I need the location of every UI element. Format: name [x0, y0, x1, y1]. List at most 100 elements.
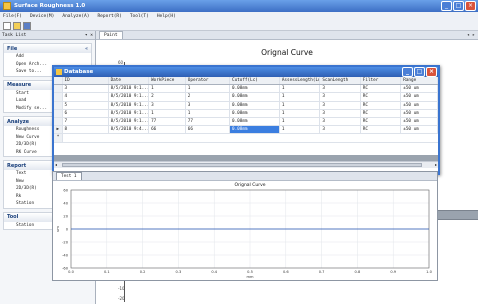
pin-close-icon[interactable]: ▾ ✕: [85, 33, 93, 38]
cell-range[interactable]: ±50 um: [401, 109, 438, 117]
save-disk-icon[interactable]: [23, 21, 31, 30]
cell-assess-length[interactable]: 1: [280, 117, 321, 126]
cell-date[interactable]: 8/5/2010 9:4...: [109, 126, 150, 134]
plot-side-scrollbar[interactable]: [432, 210, 478, 220]
database-title: Database: [64, 69, 94, 75]
cell-assess-length[interactable]: 1: [280, 101, 321, 109]
task-add[interactable]: Add: [4, 53, 91, 61]
table-row[interactable]: 3 8/5/2010 9:1... 1 1 0.08mm 1 3 RC ±50 um: [54, 85, 438, 94]
cell-operator[interactable]: 1: [186, 85, 230, 93]
cell-filter[interactable]: RC: [361, 93, 402, 101]
horizontal-scrollbar[interactable]: ◂ ▸: [54, 161, 438, 168]
cell-scan-length[interactable]: 3: [320, 85, 361, 93]
y-tick-label: -20: [62, 240, 69, 244]
cell-scan-length[interactable]: 3: [320, 126, 361, 134]
scroll-left-icon[interactable]: ◂: [55, 162, 57, 167]
cell-filter[interactable]: RC: [361, 109, 402, 117]
cell-range[interactable]: ±50 um: [401, 117, 438, 126]
cell-id[interactable]: 8: [63, 126, 109, 134]
cell-cutoff[interactable]: 0.08mm: [230, 85, 280, 93]
cell-assess-length[interactable]: 1: [280, 126, 321, 134]
cell-workpiece[interactable]: 66: [149, 126, 186, 134]
cell-scan-length[interactable]: 3: [320, 93, 361, 101]
cell-id[interactable]: 3: [63, 85, 109, 93]
cell-workpiece[interactable]: 77: [149, 117, 186, 126]
cell-workpiece[interactable]: 3: [149, 101, 186, 109]
cell-date[interactable]: 8/5/2010 9:1...: [109, 101, 150, 109]
cell-range[interactable]: ±50 um: [401, 85, 438, 93]
scrollbar-thumb[interactable]: [62, 163, 422, 167]
group-file-header[interactable]: File «: [4, 44, 91, 53]
cell-assess-length[interactable]: 1: [280, 93, 321, 101]
x-tick-label: 0.8: [355, 270, 361, 274]
menu-analyze[interactable]: Analyze(A): [62, 14, 89, 19]
menu-report[interactable]: Report(R): [97, 14, 121, 19]
cell-scan-length[interactable]: 3: [320, 117, 361, 126]
cell-cutoff[interactable]: 0.08mm: [230, 93, 280, 101]
cell-range[interactable]: ±50 um: [401, 101, 438, 109]
table-row[interactable]: 5 8/5/2010 9:1... 3 3 0.08mm 1 3 RC ±50 um: [54, 101, 438, 110]
cell-cutoff[interactable]: 0.08mm: [230, 101, 280, 109]
tab-scroll-arrows-icon[interactable]: ◂ ▸: [467, 33, 475, 38]
cell-date[interactable]: 8/5/2010 9:1...: [109, 117, 150, 126]
cell-workpiece[interactable]: 2: [149, 93, 186, 101]
cell-filter[interactable]: RC: [361, 85, 402, 93]
cell-cutoff[interactable]: 0.08mm: [230, 126, 280, 134]
table-row[interactable]: 7 8/5/2010 9:1... 77 77 0.08mm 1 3 RC ±50 um: [54, 117, 438, 127]
menu-tool[interactable]: Tool(T): [130, 14, 149, 19]
column-header-date[interactable]: Date: [109, 77, 150, 85]
cell-id[interactable]: 5: [63, 101, 109, 109]
cell-filter[interactable]: RC: [361, 101, 402, 109]
minimize-button[interactable]: _: [441, 1, 452, 11]
new-file-icon[interactable]: [3, 21, 11, 30]
close-button[interactable]: ×: [465, 1, 476, 11]
column-header-range[interactable]: Range: [401, 77, 438, 85]
column-header-cutoff[interactable]: Cutoff(Lc): [230, 77, 280, 85]
table-row[interactable]: 6 8/5/2010 9:1... 1 1 0.08mm 1 3 RC ±50 um: [54, 109, 438, 118]
cell-id[interactable]: 4: [63, 93, 109, 101]
cell-id[interactable]: 6: [63, 109, 109, 117]
database-close-button[interactable]: ×: [426, 67, 437, 77]
tab-paint[interactable]: Paint: [99, 31, 123, 39]
cell-filter[interactable]: RC: [361, 117, 402, 126]
collapse-chevron-icon[interactable]: «: [85, 46, 88, 52]
cell-id[interactable]: 7: [63, 117, 109, 126]
scroll-right-icon[interactable]: ▸: [435, 162, 437, 167]
cell-assess-length[interactable]: 1: [280, 85, 321, 93]
new-row[interactable]: *: [54, 134, 438, 143]
maximize-button[interactable]: □: [453, 1, 464, 11]
cell-filter[interactable]: RC: [361, 126, 402, 134]
cell-operator[interactable]: 1: [186, 109, 230, 117]
cell-cutoff[interactable]: 0.08mm: [230, 109, 280, 117]
column-header-assess-length[interactable]: AssessLength(Ln): [280, 77, 321, 85]
database-maximize-button[interactable]: □: [414, 67, 425, 77]
cell-date[interactable]: 8/5/2010 9:1...: [109, 109, 150, 117]
menu-file[interactable]: File(F): [3, 14, 22, 19]
menu-device[interactable]: Device(M): [30, 14, 54, 19]
cell-cutoff[interactable]: 0.08mm: [230, 117, 280, 126]
menu-help[interactable]: Help(H): [157, 14, 176, 19]
column-header-id[interactable]: ID: [63, 77, 109, 85]
cell-date[interactable]: 8/5/2010 9:1...: [109, 93, 150, 101]
database-minimize-button[interactable]: _: [402, 67, 413, 77]
column-header-workpiece[interactable]: WorkPiece: [149, 77, 186, 85]
cell-scan-length[interactable]: 3: [320, 101, 361, 109]
tab-test-1[interactable]: Test 1: [56, 172, 82, 180]
cell-assess-length[interactable]: 1: [280, 109, 321, 117]
cell-operator[interactable]: 77: [186, 117, 230, 126]
table-row[interactable]: 4 8/5/2010 9:1... 2 2 0.08mm 1 3 RC ±50 um: [54, 93, 438, 102]
cell-operator[interactable]: 2: [186, 93, 230, 101]
cell-operator[interactable]: 3: [186, 101, 230, 109]
cell-range[interactable]: ±50 um: [401, 126, 438, 134]
cell-workpiece[interactable]: 1: [149, 109, 186, 117]
cell-date[interactable]: 8/5/2010 9:1...: [109, 85, 150, 93]
cell-workpiece[interactable]: 1: [149, 85, 186, 93]
table-row[interactable]: ▶ 8 8/5/2010 9:4... 66 66 0.08mm 1 3 RC ±50 um: [54, 126, 438, 135]
cell-operator[interactable]: 66: [186, 126, 230, 134]
cell-scan-length[interactable]: 3: [320, 109, 361, 117]
cell-range[interactable]: ±50 um: [401, 93, 438, 101]
column-header-filter[interactable]: Filter: [361, 77, 402, 85]
column-header-operator[interactable]: Operator: [186, 77, 230, 85]
open-folder-icon[interactable]: [13, 21, 21, 30]
column-header-scan-length[interactable]: ScanLength: [320, 77, 361, 85]
